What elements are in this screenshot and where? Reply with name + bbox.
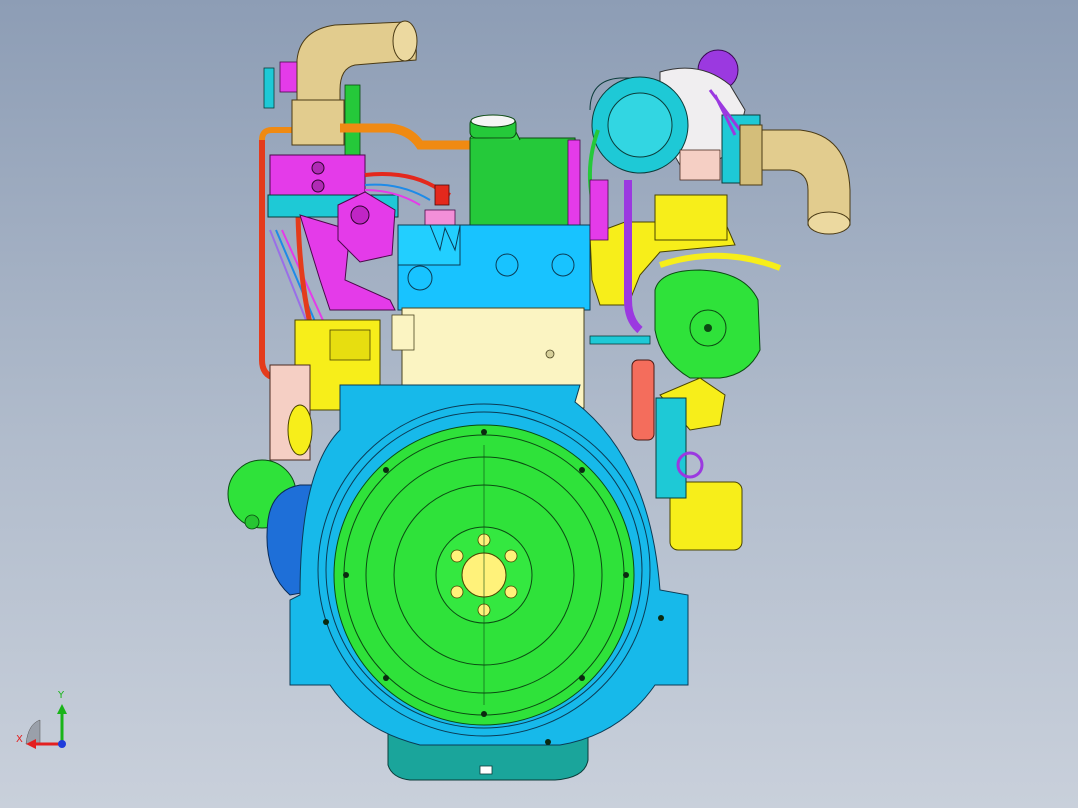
cad-3d-viewport[interactable]: Y X <box>0 0 1078 808</box>
axis-triad: Y X <box>16 690 67 749</box>
engine-3d-model[interactable] <box>0 0 1078 808</box>
y-axis-head <box>57 704 67 714</box>
z-axis-dot <box>58 740 66 748</box>
exhaust-elbow-right <box>739 124 851 235</box>
intake-manifold <box>267 154 399 311</box>
valve-cover <box>469 114 581 229</box>
turbocharger <box>589 49 761 184</box>
exhaust-elbow-left <box>291 20 418 166</box>
alternator <box>654 269 761 379</box>
y-axis-label: Y <box>57 690 65 701</box>
x-axis-label: X <box>16 734 23 745</box>
cylinder-head <box>397 224 591 311</box>
triad-plane <box>25 719 41 745</box>
